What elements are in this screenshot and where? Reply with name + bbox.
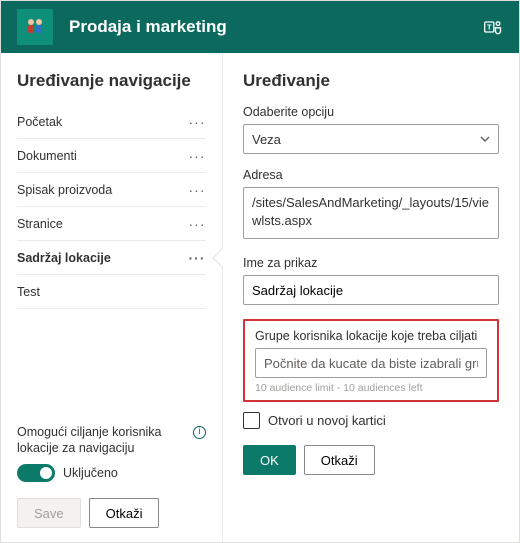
audience-limit-text: 10 audience limit - 10 audiences left xyxy=(255,382,487,394)
ellipsis-icon[interactable]: ··· xyxy=(188,250,206,266)
option-select[interactable]: Veza xyxy=(243,124,499,154)
audience-targeting-label: Omogući ciljanje korisnika lokacije za n… xyxy=(17,424,206,457)
toggle-state-label: Uključeno xyxy=(63,466,118,480)
teams-icon[interactable]: T xyxy=(483,17,503,37)
nav-item-label: Test xyxy=(17,285,40,299)
site-title: Prodaja i marketing xyxy=(69,17,467,37)
nav-item-label: Spisak proizvoda xyxy=(17,183,112,197)
audience-group-input[interactable] xyxy=(255,348,487,378)
info-icon[interactable]: i xyxy=(193,426,206,439)
nav-item[interactable]: Dokumenti ··· xyxy=(17,139,206,173)
audience-group-label: Grupe korisnika lokacije koje treba cilj… xyxy=(255,329,487,343)
ellipsis-icon[interactable]: ··· xyxy=(188,148,206,164)
ok-button[interactable]: OK xyxy=(243,445,296,475)
address-input[interactable] xyxy=(243,187,499,239)
nav-item-label: Sadržaj lokacije xyxy=(17,251,111,265)
nav-item[interactable]: Test xyxy=(17,275,206,309)
svg-text:T: T xyxy=(487,23,492,32)
nav-item[interactable]: Spisak proizvoda ··· xyxy=(17,173,206,207)
edit-panel-title: Uređivanje xyxy=(243,71,499,91)
new-tab-label: Otvori u novoj kartici xyxy=(268,413,386,428)
nav-item-label: Dokumenti xyxy=(17,149,77,163)
address-label: Adresa xyxy=(243,168,499,182)
save-button: Save xyxy=(17,498,81,528)
option-select-value: Veza xyxy=(252,132,281,147)
nav-edit-title: Uređivanje navigacije xyxy=(17,71,206,91)
display-name-label: Ime za prikaz xyxy=(243,256,499,270)
nav-edit-panel: Uređivanje navigacije Početak ··· Dokume… xyxy=(1,53,223,542)
display-name-input[interactable] xyxy=(243,275,499,305)
cancel-button[interactable]: Otkaži xyxy=(89,498,160,528)
handshake-icon xyxy=(23,15,47,39)
nav-item[interactable]: Stranice ··· xyxy=(17,207,206,241)
new-tab-checkbox[interactable] xyxy=(243,412,260,429)
site-header: Prodaja i marketing T xyxy=(1,1,519,53)
chevron-down-icon xyxy=(480,134,490,144)
ellipsis-icon[interactable]: ··· xyxy=(188,114,206,130)
edit-item-panel: Uređivanje Odaberite opciju Veza Adresa … xyxy=(223,53,519,542)
callout-pointer-icon xyxy=(212,248,222,268)
audience-group-section: Grupe korisnika lokacije koje treba cilj… xyxy=(243,319,499,402)
ellipsis-icon[interactable]: ··· xyxy=(188,216,206,232)
audience-targeting-toggle[interactable] xyxy=(17,464,55,482)
nav-item-label: Stranice xyxy=(17,217,63,231)
site-logo xyxy=(17,9,53,45)
ellipsis-icon[interactable]: ··· xyxy=(188,182,206,198)
nav-item-label: Početak xyxy=(17,115,62,129)
cancel-button[interactable]: Otkaži xyxy=(304,445,375,475)
nav-item[interactable]: Početak ··· xyxy=(17,105,206,139)
option-label: Odaberite opciju xyxy=(243,105,499,119)
nav-item-selected[interactable]: Sadržaj lokacije ··· xyxy=(17,241,206,275)
